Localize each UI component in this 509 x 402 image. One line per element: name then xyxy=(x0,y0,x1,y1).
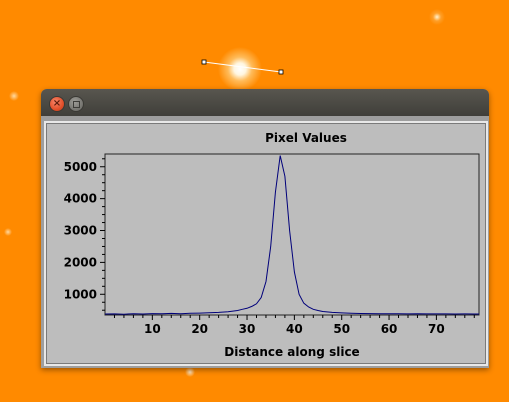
plot-area xyxy=(104,153,480,316)
x-tick-label: 40 xyxy=(286,322,303,336)
y-tick-label: 1000 xyxy=(64,287,97,301)
x-tick-label: 20 xyxy=(191,322,208,336)
x-tick-label: 70 xyxy=(428,322,445,336)
x-tick-label: 30 xyxy=(239,322,256,336)
chart-title: Pixel Values xyxy=(265,131,347,145)
y-tick-label: 3000 xyxy=(64,224,97,238)
y-tick-label: 4000 xyxy=(64,192,97,206)
x-tick-label: 60 xyxy=(381,322,398,336)
pixel-values-window: × Pixel Values Distance along slice 10 20 30… xyxy=(41,89,489,368)
pixel-values-chart: Pixel Values Distance along slice 10 20 30 40… xyxy=(64,131,480,359)
plot-panel: Pixel Values Distance along slice 10 20 30 40… xyxy=(44,121,488,366)
x-tick-label: 10 xyxy=(144,322,161,336)
x-axis-label: Distance along slice xyxy=(224,345,359,359)
y-tick-label: 5000 xyxy=(64,160,97,174)
y-tick-label: 2000 xyxy=(64,255,97,269)
x-tick-label: 50 xyxy=(333,322,350,336)
